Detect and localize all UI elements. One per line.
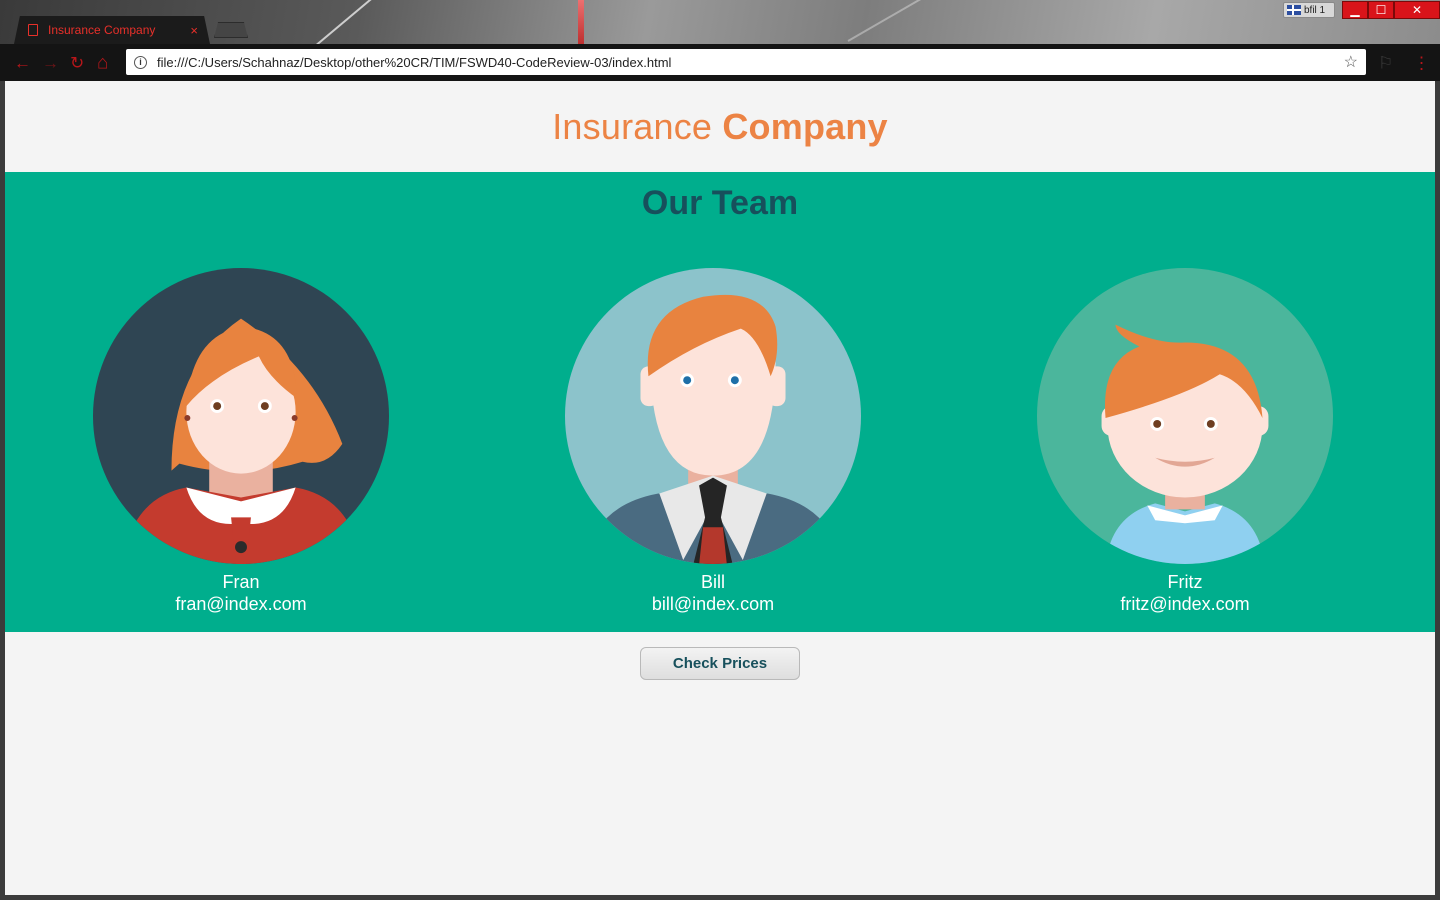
member-card-fritz: Fritz fritz@index.com bbox=[1015, 267, 1355, 615]
url-text[interactable]: file:///C:/Users/Schahnaz/Desktop/other%… bbox=[157, 55, 1344, 70]
back-icon[interactable]: ← bbox=[14, 54, 31, 71]
maximize-button[interactable]: ☐ bbox=[1368, 1, 1394, 19]
page-viewport: Insurance Company Our Team Fran fran@ind… bbox=[5, 81, 1435, 895]
check-prices-button[interactable]: Check Prices bbox=[640, 647, 800, 680]
member-name: Fritz bbox=[1167, 572, 1203, 592]
background-line bbox=[847, 0, 953, 42]
info-icon[interactable]: i bbox=[134, 55, 147, 69]
bill-avatar bbox=[564, 267, 862, 565]
member-name: Fran bbox=[222, 572, 260, 592]
page-header: Insurance Company bbox=[5, 81, 1435, 172]
member-email[interactable]: fran@index.com bbox=[71, 593, 411, 615]
flag-icon bbox=[1287, 5, 1301, 15]
team-members: Fran fran@index.com Bill bill@index.com … bbox=[5, 267, 1435, 617]
brand-bold: Company bbox=[722, 105, 888, 147]
profile-label: bfil 1 bbox=[1304, 4, 1326, 16]
fran-avatar bbox=[92, 267, 390, 565]
window-frame-right bbox=[1435, 81, 1440, 900]
member-name: Bill bbox=[700, 572, 725, 592]
fritz-avatar bbox=[1036, 267, 1334, 565]
minimize-button[interactable]: ▁ bbox=[1342, 1, 1368, 19]
background-line bbox=[309, 0, 381, 44]
cta-row: Check Prices bbox=[5, 632, 1435, 680]
page-icon bbox=[28, 24, 38, 36]
team-section: Our Team Fran fran@index.com Bill bill@i… bbox=[5, 172, 1435, 632]
browser-titlebar: Insurance Company × bfil 1 ▁ ☐ ✕ bbox=[0, 0, 1440, 44]
home-icon[interactable]: ⌂ bbox=[97, 53, 108, 72]
tab-close-icon[interactable]: × bbox=[190, 23, 198, 38]
brand-light: Insurance bbox=[552, 105, 723, 147]
browser-tab[interactable]: Insurance Company × bbox=[14, 16, 210, 44]
close-window-button[interactable]: ✕ bbox=[1394, 1, 1440, 19]
window-frame-left bbox=[0, 81, 5, 900]
new-tab-button[interactable] bbox=[214, 22, 248, 38]
member-card-bill: Bill bill@index.com bbox=[543, 267, 883, 615]
background-streak bbox=[578, 0, 584, 44]
bookmark-star-icon[interactable]: ☆ bbox=[1344, 52, 1358, 72]
menu-icon[interactable]: ⋮ bbox=[1413, 54, 1430, 71]
window-frame-bottom bbox=[0, 895, 1440, 900]
member-email[interactable]: bill@index.com bbox=[543, 593, 883, 615]
reload-icon[interactable]: ↻ bbox=[70, 54, 84, 71]
brand-title: Insurance Company bbox=[552, 106, 888, 148]
member-email[interactable]: fritz@index.com bbox=[1015, 593, 1355, 615]
forward-icon[interactable]: → bbox=[42, 54, 59, 71]
member-card-fran: Fran fran@index.com bbox=[71, 267, 411, 615]
bookmark-icon[interactable]: ⚐ bbox=[1378, 54, 1393, 71]
tab-title: Insurance Company bbox=[48, 23, 156, 37]
browser-toolbar: ← → ↻ ⌂ i file:///C:/Users/Schahnaz/Desk… bbox=[0, 44, 1440, 81]
team-title: Our Team bbox=[641, 184, 799, 222]
profile-badge[interactable]: bfil 1 bbox=[1283, 2, 1335, 18]
address-bar[interactable]: i file:///C:/Users/Schahnaz/Desktop/othe… bbox=[126, 49, 1366, 75]
window-controls: ▁ ☐ ✕ bbox=[1342, 1, 1440, 19]
